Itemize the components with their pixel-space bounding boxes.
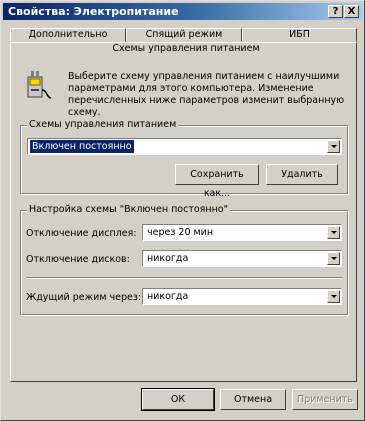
power-plug-icon [27,71,52,99]
title-bar: Свойства: Электропитание ? X [3,3,362,20]
standby-select-value: никогда [147,291,189,302]
chevron-down-icon[interactable] [327,252,340,265]
description-text: Выберите схему управления питанием с наи… [68,71,345,118]
monitor-select-value: через 20 мин [147,227,214,238]
schemes-group-label: Схемы управления питанием [27,119,179,130]
tab-hibernate[interactable]: Спящий режим [126,28,242,42]
apply-button[interactable]: Применить [292,389,358,410]
disks-select-value: никогда [147,253,189,264]
tab-ups[interactable]: ИБП [242,28,357,42]
divider [26,277,343,279]
tab-power-schemes[interactable]: Схемы управления питанием [111,43,261,54]
disks-select[interactable]: никогда [142,250,342,267]
standby-select[interactable]: никогда [142,288,342,305]
cancel-button[interactable]: Отмена [220,389,286,410]
chevron-down-icon[interactable] [327,140,340,153]
close-icon: X [347,6,356,17]
power-properties-window: Свойства: Электропитание ? X Дополнитель… [0,0,365,421]
tab-panel: Схемы управления питанием Выберите схему… [10,42,357,382]
settings-group-label: Настройка схемы "Включен постоянно" [27,204,230,215]
help-icon: ? [332,6,339,17]
schemes-group: Схемы управления питанием Включен постоя… [20,119,349,199]
help-button[interactable]: ? [328,5,343,18]
disks-label: Отключение дисков: [26,254,130,265]
chevron-down-icon[interactable] [327,290,340,303]
scheme-select-value: Включен постоянно [30,140,134,153]
save-as-button[interactable]: Сохранить как... [175,164,259,199]
close-button[interactable]: X [344,5,359,18]
settings-group: Настройка схемы "Включен постоянно" Откл… [20,204,349,316]
standby-label: Ждущий режим через: [26,292,142,303]
scheme-select[interactable]: Включен постоянно [27,138,342,155]
chevron-down-icon[interactable] [327,226,340,239]
monitor-select[interactable]: через 20 мин [142,224,342,241]
tab-advanced[interactable]: Дополнительно [10,28,126,42]
window-title: Свойства: Электропитание [8,5,179,18]
ok-button[interactable]: ОК [141,388,215,411]
delete-button[interactable]: Удалить [266,164,338,185]
tab-strip: Дополнительно Спящий режим ИБП [10,28,357,42]
monitor-label: Отключение дисплея: [26,228,137,239]
